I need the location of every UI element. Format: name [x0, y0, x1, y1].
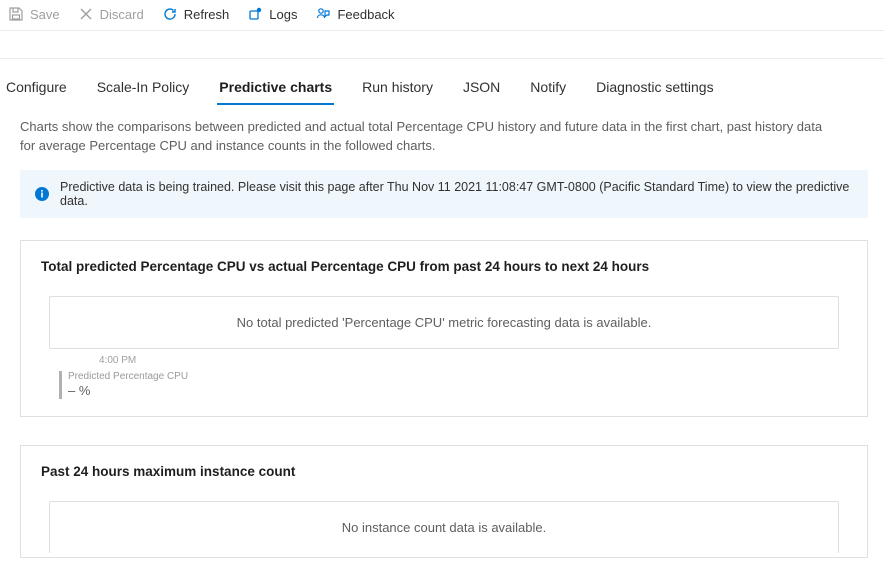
legend-swatch — [59, 371, 62, 399]
panel-predicted-cpu: Total predicted Percentage CPU vs actual… — [20, 240, 868, 417]
command-bar: Save Discard Refresh Logs — [0, 0, 884, 31]
tab-configure[interactable]: Configure — [4, 73, 69, 105]
tab-diagnostic-settings[interactable]: Diagnostic settings — [594, 73, 716, 105]
panel-instance-count: Past 24 hours maximum instance count No … — [20, 445, 868, 558]
panel-instance-count-title: Past 24 hours maximum instance count — [41, 464, 847, 479]
panel-predicted-cpu-title: Total predicted Percentage CPU vs actual… — [41, 259, 847, 274]
save-label: Save — [30, 7, 60, 22]
close-icon — [78, 6, 94, 22]
info-banner-text: Predictive data is being trained. Please… — [60, 180, 854, 208]
save-icon — [8, 6, 24, 22]
content-area: Charts show the comparisons between pred… — [0, 106, 884, 558]
page-description: Charts show the comparisons between pred… — [20, 118, 880, 156]
spacer — [0, 31, 884, 59]
no-forecast-message: No total predicted 'Percentage CPU' metr… — [49, 296, 839, 349]
legend-label: Predicted Percentage CPU — [68, 370, 188, 383]
logs-label: Logs — [269, 7, 297, 22]
info-banner: Predictive data is being trained. Please… — [20, 170, 868, 218]
tab-json[interactable]: JSON — [461, 73, 502, 105]
axis-tick-label: 4:00 PM — [99, 355, 847, 366]
tab-run-history[interactable]: Run history — [360, 73, 435, 105]
logs-button[interactable]: Logs — [247, 6, 297, 22]
legend-item: Predicted Percentage CPU – % — [59, 370, 847, 400]
tab-bar: Configure Scale-In Policy Predictive cha… — [0, 59, 884, 106]
feedback-label: Feedback — [337, 7, 394, 22]
refresh-button[interactable]: Refresh — [162, 6, 230, 22]
logs-icon — [247, 6, 263, 22]
info-icon — [34, 186, 50, 202]
tab-scale-in-policy[interactable]: Scale-In Policy — [95, 73, 192, 105]
chart-axis-remnant: 4:00 PM Predicted Percentage CPU – % — [41, 355, 847, 400]
tab-notify[interactable]: Notify — [528, 73, 568, 105]
discard-label: Discard — [100, 7, 144, 22]
refresh-label: Refresh — [184, 7, 230, 22]
tab-predictive-charts[interactable]: Predictive charts — [217, 73, 334, 105]
refresh-icon — [162, 6, 178, 22]
no-instance-count-message: No instance count data is available. — [49, 501, 839, 553]
discard-button[interactable]: Discard — [78, 6, 144, 22]
legend-value: – % — [68, 383, 188, 400]
feedback-button[interactable]: Feedback — [315, 6, 394, 22]
save-button[interactable]: Save — [8, 6, 60, 22]
feedback-icon — [315, 6, 331, 22]
